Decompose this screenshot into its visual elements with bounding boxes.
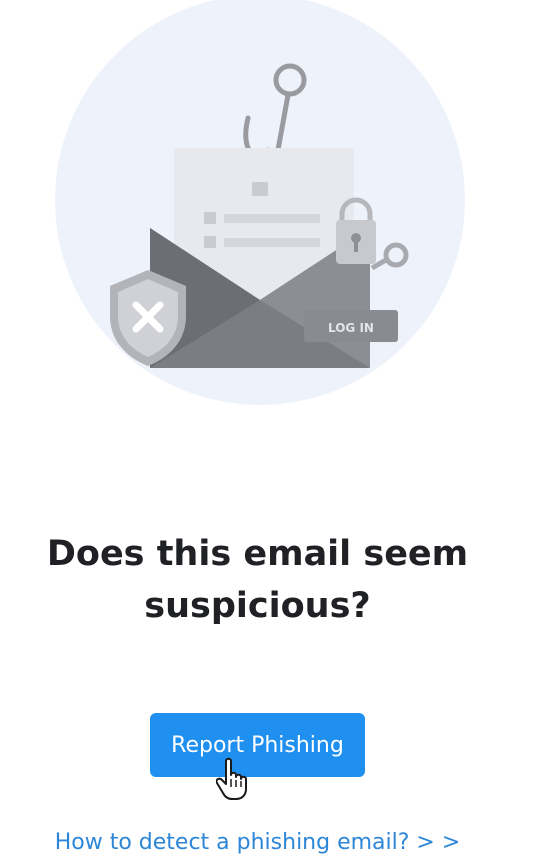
prompt-heading-line1: Does this email seem <box>46 534 469 574</box>
phishing-report-panel: LOG IN Does this email seem suspicious? … <box>0 0 557 865</box>
prompt-heading-line2: suspicious? <box>144 586 371 626</box>
detect-phishing-help-link[interactable]: How to detect a phishing email? > > <box>0 828 515 858</box>
svg-text:LOG IN: LOG IN <box>328 321 374 335</box>
prompt-heading: Does this email seem suspicious? <box>0 528 515 632</box>
login-tag: LOG IN <box>304 310 398 342</box>
report-phishing-button[interactable]: Report Phishing <box>150 713 365 777</box>
phishing-illustration: LOG IN <box>40 0 480 420</box>
